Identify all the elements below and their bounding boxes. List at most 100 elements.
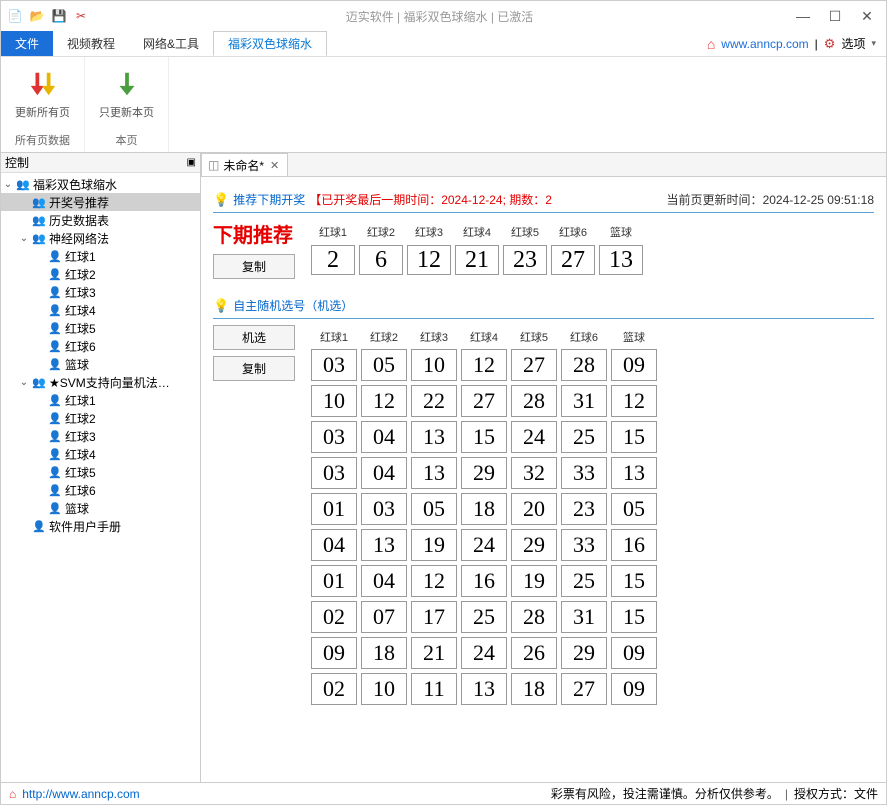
random-pick-button[interactable]: 机选	[213, 325, 295, 350]
number-cell: 19	[511, 565, 557, 597]
number-cell: 21	[411, 637, 457, 669]
number-cell: 05	[611, 493, 657, 525]
menu-file[interactable]: 文件	[1, 31, 53, 56]
tree-item[interactable]: ⌄👥神经网络法	[1, 229, 200, 247]
status-url[interactable]: http://www.anncp.com	[22, 787, 139, 801]
number-cell: 15	[461, 421, 507, 453]
tree-label: 红球5	[63, 464, 96, 481]
number-cell: 18	[461, 493, 507, 525]
save-icon[interactable]: 💾	[49, 6, 69, 26]
number-cell: 25	[561, 421, 607, 453]
tree-item[interactable]: ⌄👥★SVM支持向量机法…	[1, 373, 200, 391]
number-cell: 33	[561, 457, 607, 489]
doc-tab-label: 未命名*	[223, 157, 264, 174]
tree-label: 福彩双色球缩水	[31, 176, 117, 193]
number-cell: 18	[511, 673, 557, 705]
tree-item[interactable]: 👤红球6	[1, 337, 200, 355]
tree-toggle-icon[interactable]: ⌄	[17, 233, 31, 244]
menu-tab-lottery[interactable]: 福彩双色球缩水	[213, 31, 327, 56]
bulb-icon: 💡	[213, 298, 229, 314]
number-cell: 21	[455, 245, 499, 275]
chevron-down-icon[interactable]: ▾	[871, 38, 876, 49]
refresh-all-button[interactable]: 更新所有页	[11, 61, 74, 130]
random-table: 红球1红球2红球3红球4红球5红球6篮球03051012272809101222…	[307, 325, 661, 709]
tree-label: ★SVM支持向量机法…	[47, 374, 170, 391]
column-header: 篮球	[611, 329, 657, 345]
column-header: 红球3	[407, 223, 451, 241]
refresh-all-label: 更新所有页	[15, 102, 70, 122]
ribbon: 更新所有页 所有页数据 只更新本页 本页	[1, 57, 886, 153]
tree-node-icon: 👤	[47, 304, 63, 317]
number-cell: 27	[461, 385, 507, 417]
pin-icon[interactable]: ▣	[187, 157, 196, 168]
tree-item[interactable]: 👥开奖号推荐	[1, 193, 200, 211]
menubar: 文件 视频教程 网络&工具 福彩双色球缩水 ⌂ www.anncp.com | …	[1, 31, 886, 57]
menu-tab-network[interactable]: 网络&工具	[129, 31, 213, 56]
tree-item[interactable]: 👤红球5	[1, 463, 200, 481]
number-cell: 28	[561, 349, 607, 381]
tree-node-icon: 👤	[47, 484, 63, 497]
tree-item[interactable]: 👤红球1	[1, 247, 200, 265]
refresh-page-button[interactable]: 只更新本页	[95, 61, 158, 130]
number-cell: 16	[461, 565, 507, 597]
number-cell: 16	[611, 529, 657, 561]
close-button[interactable]: ✕	[852, 4, 882, 28]
number-cell: 04	[311, 529, 357, 561]
tree-item[interactable]: 👤红球5	[1, 319, 200, 337]
section1-title: 下期推荐	[213, 219, 295, 248]
number-cell: 15	[611, 601, 657, 633]
column-header: 红球6	[551, 223, 595, 241]
number-cell: 29	[561, 637, 607, 669]
open-file-icon[interactable]: 📂	[27, 6, 47, 26]
tree-item[interactable]: 👤红球1	[1, 391, 200, 409]
tree-item[interactable]: 👤软件用户手册	[1, 517, 200, 535]
home-icon: ⌂	[707, 36, 715, 52]
tree-item[interactable]: 👤红球2	[1, 265, 200, 283]
tree-label: 历史数据表	[47, 212, 109, 229]
copy-button-1[interactable]: 复制	[213, 254, 295, 279]
number-cell: 12	[361, 385, 407, 417]
column-header: 红球6	[561, 329, 607, 345]
tree-label: 软件用户手册	[47, 518, 121, 535]
tree-toggle-icon[interactable]: ⌄	[1, 179, 15, 190]
section1-link[interactable]: 推荐下期开奖	[233, 191, 305, 208]
maximize-button[interactable]: ☐	[820, 4, 850, 28]
number-cell: 04	[361, 421, 407, 453]
copy-button-2[interactable]: 复制	[213, 356, 295, 381]
url-link[interactable]: www.anncp.com	[721, 37, 808, 51]
tree-label: 红球4	[63, 446, 96, 463]
tree-item[interactable]: 👤红球4	[1, 301, 200, 319]
status-warning: 彩票有风险，投注需谨慎。分析仅供参考。	[551, 785, 779, 802]
tree-toggle-icon[interactable]: ⌄	[17, 377, 31, 388]
doc-tab[interactable]: ◫ 未命名* ✕	[201, 153, 288, 176]
tree-node-icon: 👤	[47, 466, 63, 479]
number-cell: 02	[311, 673, 357, 705]
tree-item[interactable]: 👤红球3	[1, 427, 200, 445]
tree-item[interactable]: 👤篮球	[1, 355, 200, 373]
tree-node-icon: 👥	[31, 232, 47, 245]
tree-item[interactable]: 👤红球4	[1, 445, 200, 463]
new-file-icon[interactable]: 📄	[5, 6, 25, 26]
close-tab-icon[interactable]: ✕	[268, 159, 281, 172]
number-cell: 13	[599, 245, 643, 275]
section2-link[interactable]: 自主随机选号（机选）	[233, 297, 353, 314]
tree-item[interactable]: 👤红球6	[1, 481, 200, 499]
tree-label: 开奖号推荐	[47, 194, 109, 211]
options-link[interactable]: 选项	[841, 35, 865, 52]
number-cell: 26	[511, 637, 557, 669]
tree-item[interactable]: 👤红球2	[1, 409, 200, 427]
tree-item[interactable]: 👥历史数据表	[1, 211, 200, 229]
tree-root[interactable]: ⌄👥福彩双色球缩水	[1, 175, 200, 193]
column-header: 红球1	[311, 223, 355, 241]
tree-label: 红球6	[63, 338, 96, 355]
tree-node-icon: 👤	[47, 502, 63, 515]
tree-item[interactable]: 👤红球3	[1, 283, 200, 301]
minimize-button[interactable]: —	[788, 4, 818, 28]
group-all-label: 所有页数据	[11, 130, 74, 148]
tree-node-icon: 👥	[31, 196, 47, 209]
tree-label: 红球4	[63, 302, 96, 319]
menu-tab-video[interactable]: 视频教程	[53, 31, 129, 56]
tree-item[interactable]: 👤篮球	[1, 499, 200, 517]
cut-icon[interactable]: ✂	[71, 6, 91, 26]
tree-node-icon: 👤	[47, 430, 63, 443]
